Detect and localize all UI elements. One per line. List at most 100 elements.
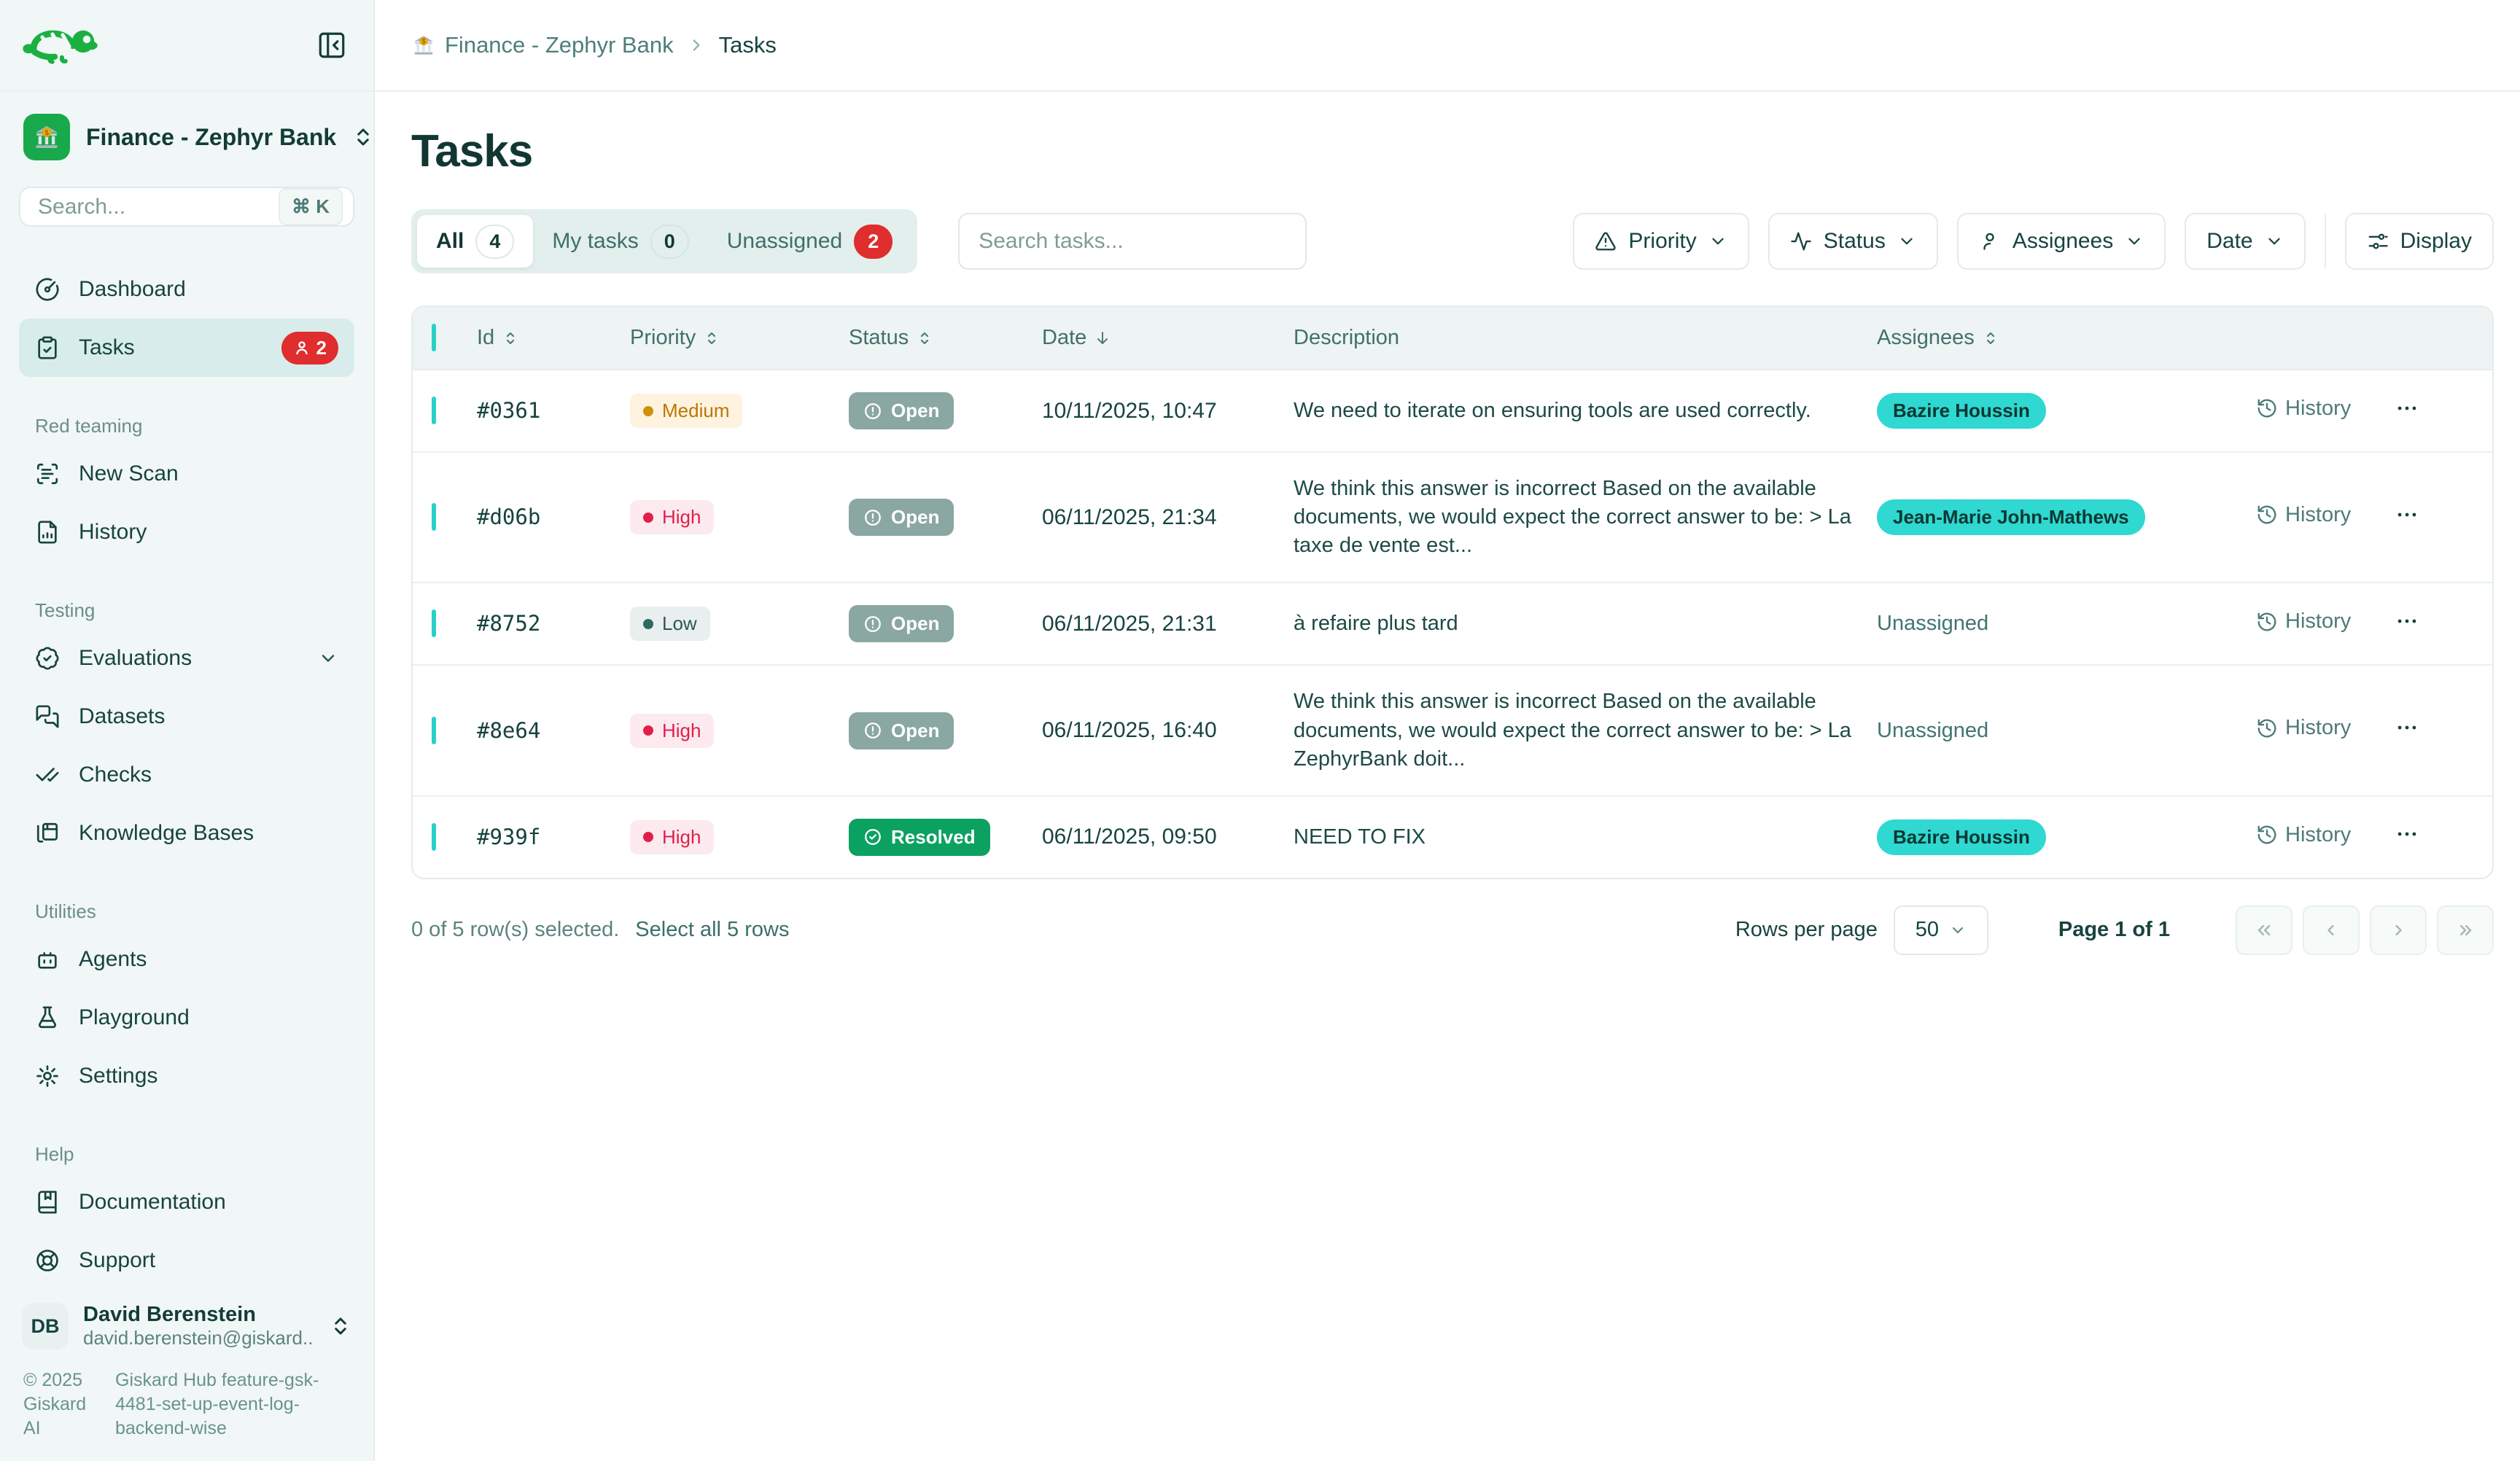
first-page-button[interactable]	[2236, 905, 2292, 955]
task-description: We think this answer is incorrect Based …	[1294, 475, 1859, 560]
user-menu[interactable]: DB David Berenstein david.berenstein@gis…	[19, 1290, 354, 1349]
sidebar-item-evaluations[interactable]: Evaluations	[19, 629, 354, 687]
next-page-button[interactable]	[2370, 905, 2427, 955]
row-menu-button[interactable]	[2395, 502, 2419, 527]
sidebar-item-label: Tasks	[79, 335, 262, 360]
workspace-selector[interactable]: $ Finance - Zephyr Bank	[19, 92, 354, 160]
column-header-description: Description	[1294, 326, 1877, 350]
row-menu-button[interactable]	[2395, 396, 2419, 421]
table-row[interactable]: #d06b High Open 06/11/2025, 21:34 We thi…	[413, 452, 2494, 583]
sidebar-item-new-scan[interactable]: New Scan	[19, 445, 354, 503]
row-checkbox[interactable]	[432, 503, 436, 531]
history-link[interactable]: History	[2256, 716, 2351, 740]
breadcrumb-workspace-link[interactable]: $ Finance - Zephyr Bank	[411, 32, 674, 58]
status-filter-button[interactable]: Status	[1768, 213, 1938, 270]
table-row[interactable]: #8752 Low Open 06/11/2025, 21:31 à refai…	[413, 583, 2494, 665]
priority-filter-button[interactable]: Priority	[1573, 213, 1749, 270]
sidebar-item-playground[interactable]: Playground	[19, 989, 354, 1047]
sidebar-search-input[interactable]: Search... ⌘ K	[19, 187, 354, 227]
chevron-down-icon	[2265, 232, 2284, 251]
search-tasks-input[interactable]: Search tasks...	[958, 213, 1307, 270]
tab-my-tasks-count: 0	[650, 225, 689, 259]
column-header-priority[interactable]: Priority	[630, 326, 849, 350]
sidebar-item-label: Documentation	[79, 1190, 338, 1215]
task-date: 06/11/2025, 09:50	[1042, 825, 1217, 849]
sidebar-collapse-button[interactable]	[312, 26, 351, 65]
column-header-id[interactable]: Id	[477, 326, 630, 350]
breadcrumb: $ Finance - Zephyr Bank Tasks	[375, 0, 2520, 92]
select-all-rows-link[interactable]: Select all 5 rows	[635, 918, 789, 942]
last-page-button[interactable]	[2437, 905, 2494, 955]
task-id: #939f	[477, 825, 540, 849]
row-menu-button[interactable]	[2395, 715, 2419, 740]
row-checkbox[interactable]	[432, 397, 436, 424]
tab-my-tasks[interactable]: My tasks 0	[533, 215, 707, 268]
table-row[interactable]: #8e64 High Open 06/11/2025, 16:40 We thi…	[413, 665, 2494, 795]
status-badge: Open	[849, 392, 954, 429]
date-filter-button[interactable]: Date	[2185, 213, 2305, 270]
sidebar-item-documentation[interactable]: Documentation	[19, 1173, 354, 1231]
history-link[interactable]: History	[2256, 397, 2351, 421]
sidebar: $ Finance - Zephyr Bank Search... ⌘ K Da…	[0, 0, 375, 1461]
history-icon	[2256, 717, 2278, 739]
sidebar-item-knowledge-bases[interactable]: Knowledge Bases	[19, 804, 354, 862]
select-all-checkbox[interactable]	[432, 324, 436, 351]
column-header-date[interactable]: Date	[1042, 326, 1294, 350]
assignees-filter-button[interactable]: Assignees	[1957, 213, 2166, 270]
sort-icon	[1982, 330, 1999, 347]
svg-text:$: $	[422, 38, 426, 45]
table-row[interactable]: #0361 Medium Open 10/11/2025, 10:47 We n…	[413, 370, 2494, 452]
display-button[interactable]: Display	[2345, 213, 2494, 270]
chevron-down-icon	[318, 648, 338, 669]
history-icon	[2256, 397, 2278, 419]
history-link[interactable]: History	[2256, 503, 2351, 527]
priority-badge: High	[630, 714, 714, 748]
sidebar-item-label: Dashboard	[79, 277, 338, 302]
sidebar-item-tasks[interactable]: Tasks 2	[19, 319, 354, 377]
table-row[interactable]: #939f High Resolved 06/11/2025, 09:50 NE…	[413, 796, 2494, 878]
sidebar-item-settings[interactable]: Settings	[19, 1047, 354, 1105]
history-link[interactable]: History	[2256, 609, 2351, 634]
sidebar-item-history[interactable]: History	[19, 503, 354, 561]
history-link[interactable]: History	[2256, 823, 2351, 847]
status-badge: Open	[849, 499, 954, 536]
status-badge: Open	[849, 605, 954, 642]
ellipsis-icon	[2395, 822, 2419, 846]
giskard-turtle-logo	[22, 22, 115, 69]
user-icon	[293, 339, 311, 357]
tab-all-count: 4	[475, 225, 514, 259]
sidebar-item-datasets[interactable]: Datasets	[19, 687, 354, 746]
column-header-status[interactable]: Status	[849, 326, 1042, 350]
status-badge: Resolved	[849, 819, 990, 856]
row-checkbox[interactable]	[432, 609, 436, 637]
column-header-assignees[interactable]: Assignees	[1877, 326, 2256, 350]
tab-all[interactable]: All 4	[417, 215, 533, 268]
bank-icon: $	[411, 33, 436, 58]
circle-alert-icon	[863, 508, 882, 527]
build-version-text: Giskard Hub feature-gsk-4481-set-up-even…	[115, 1368, 350, 1441]
row-menu-button[interactable]	[2395, 822, 2419, 846]
chevron-down-icon	[2125, 232, 2144, 251]
books-icon	[35, 821, 60, 846]
chevrons-right-icon	[2455, 920, 2476, 940]
tab-unassigned[interactable]: Unassigned 2	[708, 215, 911, 268]
sidebar-item-checks[interactable]: Checks	[19, 746, 354, 804]
priority-dot	[643, 832, 653, 842]
sidebar-item-label: Checks	[79, 763, 338, 787]
rows-per-page-select[interactable]: 50	[1894, 905, 1988, 955]
scan-text-icon	[35, 461, 60, 486]
row-menu-button[interactable]	[2395, 609, 2419, 634]
page-info: Page 1 of 1	[2058, 918, 2170, 942]
sidebar-item-agents[interactable]: Agents	[19, 930, 354, 989]
life-buoy-icon	[35, 1248, 60, 1273]
breadcrumb-current: Tasks	[719, 32, 777, 58]
assignee-unassigned: Unassigned	[1877, 719, 1988, 742]
row-checkbox[interactable]	[432, 823, 436, 851]
sidebar-item-support[interactable]: Support	[19, 1231, 354, 1290]
row-checkbox[interactable]	[432, 717, 436, 744]
tab-unassigned-count: 2	[854, 225, 892, 259]
previous-page-button[interactable]	[2303, 905, 2360, 955]
sidebar-item-dashboard[interactable]: Dashboard	[19, 260, 354, 319]
priority-badge: High	[630, 820, 714, 854]
sidebar-item-label: Support	[79, 1248, 338, 1273]
